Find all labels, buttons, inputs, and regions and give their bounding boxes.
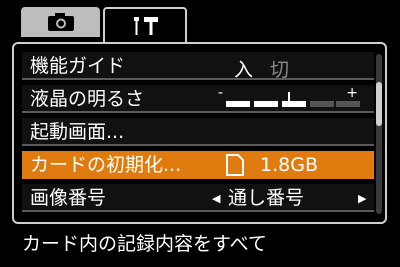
menu-item-startup-image[interactable]: 起動画面... (22, 118, 374, 146)
brightness-segment (310, 101, 334, 107)
option-off[interactable]: 切 (270, 55, 289, 82)
tools-icon (134, 17, 158, 35)
menu-item-label: 起動画面... (30, 121, 125, 143)
tab-shooting[interactable] (21, 7, 100, 37)
brightness-segment (226, 101, 250, 107)
file-numbering-value: 通し番号 (228, 187, 305, 209)
option-on[interactable]: 入 (234, 55, 253, 82)
brightness-segment (282, 101, 306, 107)
scrollbar[interactable] (376, 54, 382, 214)
card-capacity: 1.8GB (260, 154, 318, 176)
minus-icon: - (218, 85, 224, 101)
help-text: カード内の記録内容をすべて (22, 233, 267, 255)
brightness-segment (336, 101, 360, 107)
memory-card-icon (226, 154, 244, 176)
brightness-slider[interactable]: - + (218, 85, 360, 109)
menu-item-label: カードの初期化... (30, 154, 182, 176)
camera-icon (47, 13, 74, 31)
menu-item-label: 画像番号 (30, 187, 107, 209)
menu-item-label: 機能ガイド (30, 55, 126, 77)
menu-item-label: 液晶の明るさ (30, 88, 145, 110)
tab-settings[interactable] (103, 7, 187, 43)
scrollbar-thumb[interactable] (376, 82, 382, 126)
menu-item-file-numbering[interactable]: 画像番号 ◀ 通し番号 ▶ (22, 184, 374, 212)
brightness-segment (254, 101, 278, 107)
menu-item-function-guide[interactable]: 機能ガイド 入 切 (22, 52, 374, 82)
plus-icon: + (346, 85, 358, 101)
settings-menu: 機能ガイド 入 切 液晶の明るさ - + 起動画面... カードの初期化... … (12, 42, 387, 224)
menu-item-format-card[interactable]: カードの初期化... 1.8GB (22, 151, 374, 179)
arrow-right-icon[interactable]: ▶ (358, 192, 366, 205)
brightness-marker (288, 92, 290, 106)
arrow-left-icon[interactable]: ◀ (212, 192, 220, 205)
menu-item-lcd-brightness[interactable]: 液晶の明るさ - + (22, 85, 374, 113)
